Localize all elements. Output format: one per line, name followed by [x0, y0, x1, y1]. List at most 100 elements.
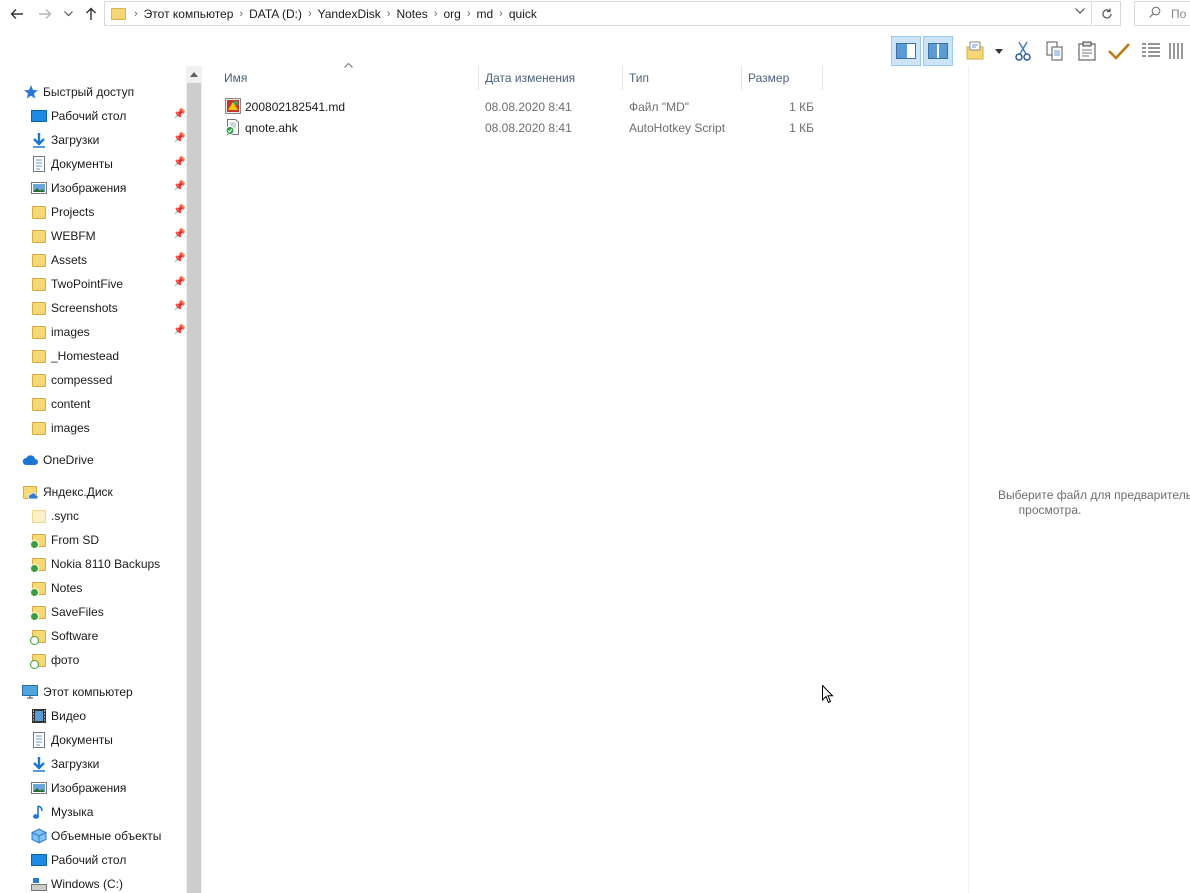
- file-size: 1 КБ: [789, 121, 814, 135]
- forward-button[interactable]: [34, 3, 56, 25]
- scroll-thumb[interactable]: [187, 83, 201, 893]
- nav-item-pictures-pc[interactable]: Изображения: [0, 777, 186, 799]
- nav-label: Windows (C:): [51, 877, 124, 891]
- pin-icon[interactable]: 📌: [173, 253, 185, 264]
- nav-label: Объемные объекты: [51, 829, 162, 843]
- pictures-icon: [31, 182, 47, 194]
- column-divider[interactable]: [822, 66, 823, 90]
- back-button[interactable]: [6, 3, 28, 25]
- nav-item-video[interactable]: Видео: [0, 705, 186, 727]
- file-row[interactable]: 200802182541.md 08.08.2020 8:41 Файл "MD…: [218, 96, 822, 117]
- pin-icon[interactable]: 📌: [173, 181, 185, 192]
- nav-item-windows-c[interactable]: Windows (C:): [0, 873, 186, 893]
- folder-icon: [31, 324, 47, 340]
- breadcrumb-item[interactable]: Этот компьютер: [138, 7, 240, 21]
- new-folder-dropdown[interactable]: [990, 36, 1008, 66]
- address-dropdown-button[interactable]: [1075, 5, 1085, 17]
- nav-item-nokia-backups[interactable]: Nokia 8110 Backups: [0, 553, 186, 575]
- nav-label: _Homestead: [51, 349, 120, 363]
- nav-label: Документы: [51, 733, 113, 747]
- address-bar[interactable]: › Этот компьютер › DATA (D:) › YandexDis…: [104, 1, 1092, 26]
- nav-item-from-sd[interactable]: From SD: [0, 529, 186, 551]
- column-header-name[interactable]: Имя: [218, 66, 478, 90]
- pin-icon[interactable]: 📌: [173, 277, 185, 288]
- nav-item-homestead[interactable]: _Homestead: [0, 345, 186, 367]
- nav-scrollbar[interactable]: [186, 66, 202, 893]
- recent-locations-button[interactable]: [59, 3, 77, 25]
- nav-item-compessed[interactable]: compessed: [0, 369, 186, 391]
- video-icon: [32, 709, 46, 723]
- nav-item-photo[interactable]: фото: [0, 649, 186, 671]
- paste-button[interactable]: [1072, 36, 1102, 66]
- folder-icon: [30, 532, 47, 549]
- breadcrumb-item[interactable]: md: [471, 7, 500, 21]
- nav-label: Загрузки: [51, 757, 100, 771]
- breadcrumb-item[interactable]: org: [437, 7, 466, 21]
- view-details-button[interactable]: [1136, 36, 1166, 66]
- pin-icon[interactable]: 📌: [173, 133, 185, 144]
- nav-item-twopointfive[interactable]: TwoPointFive 📌: [0, 273, 186, 295]
- scroll-up-button[interactable]: [186, 66, 202, 82]
- nav-label: SaveFiles: [51, 605, 104, 619]
- nav-label: Рабочий стол: [51, 109, 127, 123]
- details-pane-button[interactable]: [891, 36, 921, 66]
- nav-item-downloads-pc[interactable]: Загрузки: [0, 753, 186, 775]
- column-header-type[interactable]: Тип: [623, 66, 741, 90]
- breadcrumb-item[interactable]: quick: [503, 7, 543, 21]
- pin-icon[interactable]: 📌: [173, 109, 185, 120]
- pin-icon[interactable]: 📌: [173, 325, 185, 336]
- column-header-date[interactable]: Дата изменения: [479, 66, 622, 90]
- nav-item-assets[interactable]: Assets 📌: [0, 249, 186, 271]
- nav-item-desktop[interactable]: Рабочий стол 📌: [0, 105, 186, 127]
- breadcrumb-item[interactable]: Notes: [390, 7, 433, 21]
- star-icon: [24, 85, 38, 99]
- preview-pane-button[interactable]: [923, 36, 953, 66]
- nav-item-images-2[interactable]: images: [0, 417, 186, 439]
- nav-onedrive[interactable]: OneDrive: [0, 449, 186, 471]
- nav-item-projects[interactable]: Projects 📌: [0, 201, 186, 223]
- nav-label: .sync: [51, 509, 80, 523]
- column-header-size[interactable]: Размер: [742, 66, 822, 90]
- nav-item-documents-pc[interactable]: Документы: [0, 729, 186, 751]
- nav-item-content[interactable]: content: [0, 393, 186, 415]
- preview-pane-divider[interactable]: [968, 66, 969, 893]
- pin-icon[interactable]: 📌: [173, 229, 185, 240]
- nav-quick-access[interactable]: Быстрый доступ: [0, 81, 186, 103]
- folder-icon: [30, 604, 47, 621]
- nav-label: Документы: [51, 157, 113, 171]
- nav-item-webfm[interactable]: WEBFM 📌: [0, 225, 186, 247]
- nav-item-savefiles[interactable]: SaveFiles: [0, 601, 186, 623]
- pin-icon[interactable]: 📌: [173, 205, 185, 216]
- nav-item-desktop-pc[interactable]: Рабочий стол: [0, 849, 186, 871]
- nav-item-pictures[interactable]: Изображения 📌: [0, 177, 186, 199]
- new-folder-button[interactable]: [962, 36, 992, 66]
- nav-item-3d-objects[interactable]: Объемные объекты: [0, 825, 186, 847]
- nav-item-notes[interactable]: Notes: [0, 577, 186, 599]
- nav-item-music[interactable]: Музыка: [0, 801, 186, 823]
- folder-icon: [31, 276, 47, 292]
- folder-icon: [31, 204, 47, 220]
- search-input[interactable]: По: [1134, 1, 1190, 26]
- nav-item-documents[interactable]: Документы 📌: [0, 153, 186, 175]
- nav-item-images[interactable]: images 📌: [0, 321, 186, 343]
- copy-button[interactable]: [1040, 36, 1070, 66]
- nav-item-sync[interactable]: .sync: [0, 505, 186, 527]
- refresh-button[interactable]: [1093, 1, 1121, 26]
- pin-icon[interactable]: 📌: [173, 157, 185, 168]
- nav-yandex-disk[interactable]: Яндекс.Диск: [0, 481, 186, 503]
- breadcrumb-item[interactable]: DATA (D:): [243, 7, 308, 21]
- file-type: AutoHotkey Script: [629, 121, 726, 135]
- pin-icon[interactable]: 📌: [173, 301, 185, 312]
- nav-item-software[interactable]: Software: [0, 625, 186, 647]
- breadcrumb-item[interactable]: YandexDisk: [312, 7, 387, 21]
- cut-button[interactable]: [1008, 36, 1038, 66]
- file-type: Файл "MD": [629, 100, 690, 114]
- nav-item-downloads[interactable]: Загрузки 📌: [0, 129, 186, 151]
- file-size: 1 КБ: [789, 100, 814, 114]
- nav-this-pc[interactable]: Этот компьютер: [0, 681, 186, 703]
- select-all-button[interactable]: [1104, 36, 1134, 66]
- view-list-button[interactable]: [1168, 36, 1190, 66]
- up-button[interactable]: [80, 3, 102, 25]
- nav-item-screenshots[interactable]: Screenshots 📌: [0, 297, 186, 319]
- file-row[interactable]: qnote.ahk 08.08.2020 8:41 AutoHotkey Scr…: [218, 117, 822, 138]
